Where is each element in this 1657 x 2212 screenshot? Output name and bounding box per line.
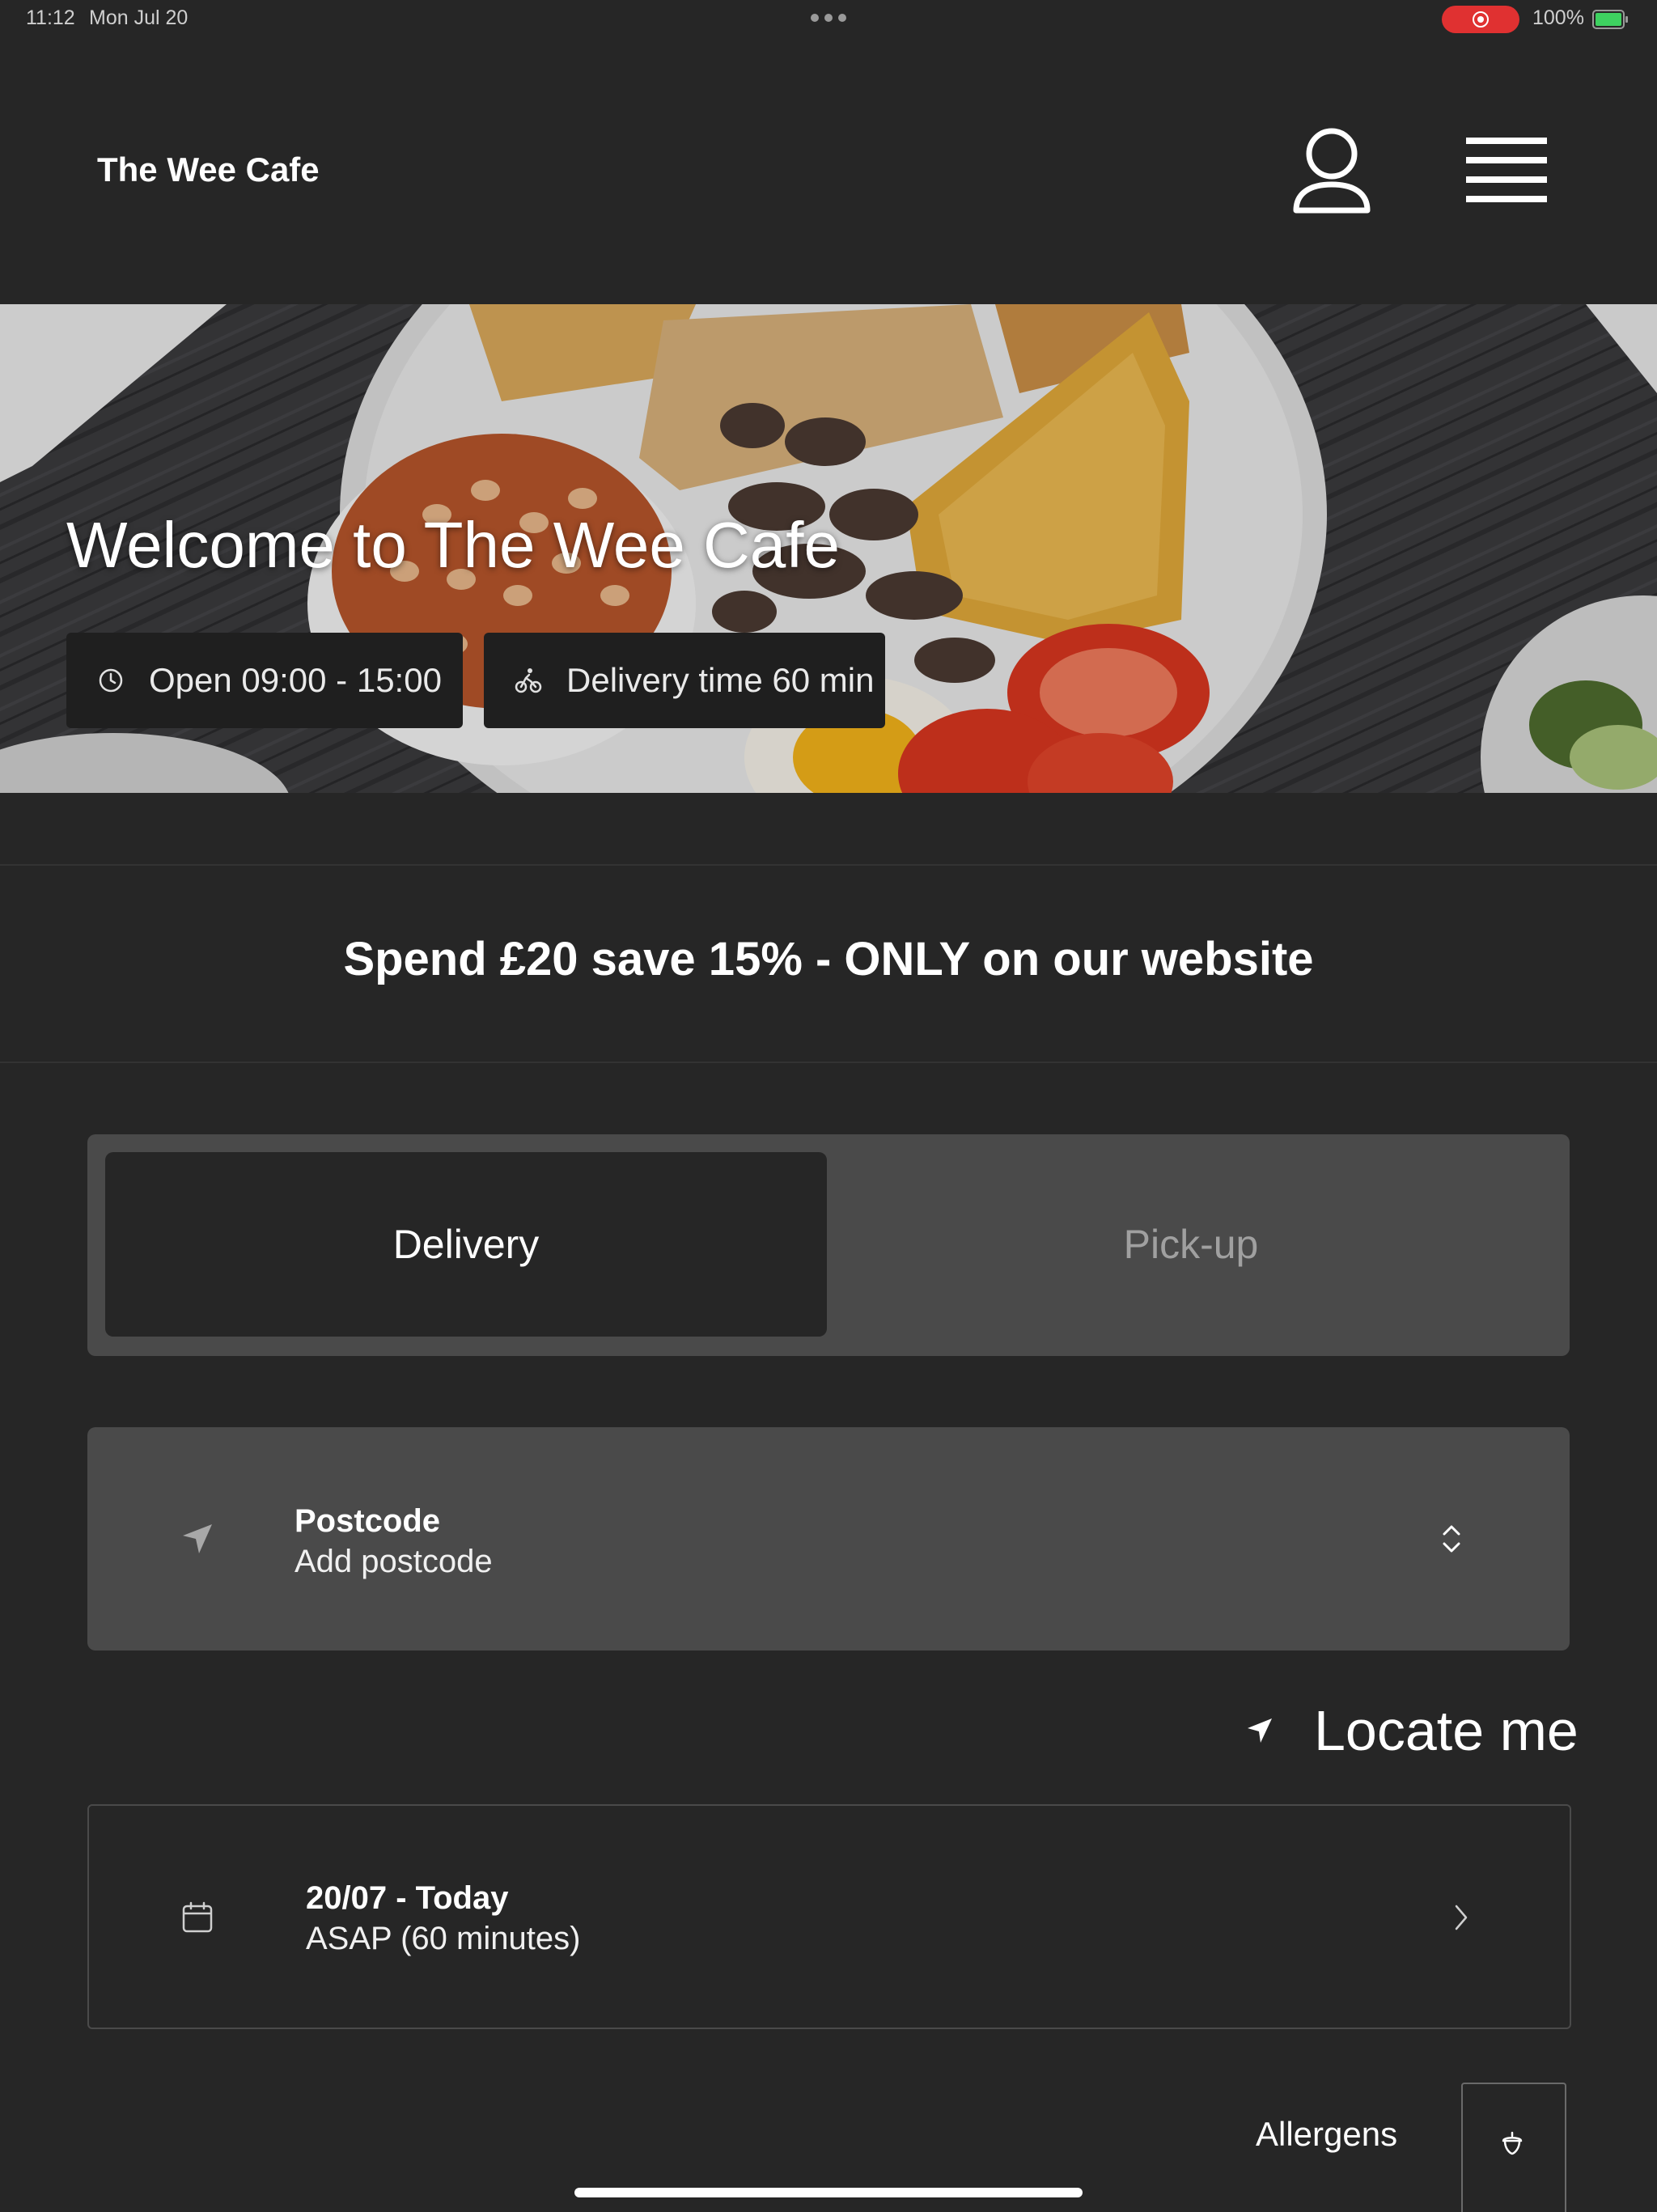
screen-recording-icon[interactable] [1442, 6, 1519, 33]
delivery-date: 20/07 - Today [306, 1880, 509, 1916]
clock-icon [99, 668, 123, 693]
battery-icon [1592, 10, 1628, 29]
status-date: Mon Jul 20 [89, 6, 189, 29]
person-icon [1293, 128, 1371, 214]
allergens-label[interactable]: Allergens [1256, 2115, 1397, 2154]
calendar-icon [182, 1901, 213, 1933]
menu-button[interactable] [1466, 136, 1549, 206]
opening-hours-text: Open 09:00 - 15:00 [149, 661, 442, 699]
battery-percent: 100% [1532, 6, 1584, 29]
home-indicator[interactable] [574, 2188, 1083, 2197]
status-time: 11:12 [26, 6, 75, 29]
tab-pick-up[interactable]: Pick-up [830, 1152, 1552, 1337]
hamburger-menu-icon [1466, 136, 1549, 206]
delivery-time-chip: Delivery time 60 min [484, 633, 885, 728]
locate-me-label: Locate me [1314, 1699, 1579, 1762]
status-bar: 11:12 Mon Jul 20 100% [0, 0, 1657, 39]
tab-delivery[interactable]: Delivery [105, 1152, 827, 1337]
divider [0, 1062, 1657, 1063]
hero-title: Welcome to The Wee Cafe [66, 509, 841, 581]
acorn-icon [1502, 2131, 1523, 2155]
brand-name[interactable]: The Wee Cafe [97, 150, 320, 189]
opening-hours-chip: Open 09:00 - 15:00 [66, 633, 463, 728]
chevron-right-icon [1455, 1905, 1468, 1930]
order-mode-toggle: Delivery Pick-up [87, 1134, 1570, 1356]
location-arrow-icon [1248, 1718, 1272, 1743]
profile-button[interactable] [1291, 126, 1372, 217]
postcode-selector[interactable]: Postcode Add postcode [87, 1427, 1570, 1651]
delivery-time-selector[interactable]: 20/07 - Today ASAP (60 minutes) [87, 1804, 1571, 2029]
bicycle-icon [515, 668, 542, 693]
postcode-value: Add postcode [295, 1544, 493, 1579]
delivery-time-text: Delivery time 60 min [566, 661, 875, 699]
postcode-label: Postcode [295, 1503, 441, 1539]
chevron-up-down-icon [1443, 1525, 1460, 1553]
delivery-time: ASAP (60 minutes) [306, 1921, 581, 1956]
locate-me-button[interactable]: Locate me [1246, 1694, 1579, 1767]
location-arrow-icon [183, 1524, 212, 1553]
promo-banner: Spend £20 save 15% - ONLY on our website [343, 933, 1314, 985]
divider [0, 864, 1657, 866]
multitasking-dots-icon[interactable] [811, 14, 846, 22]
allergens-button[interactable] [1461, 2083, 1566, 2212]
